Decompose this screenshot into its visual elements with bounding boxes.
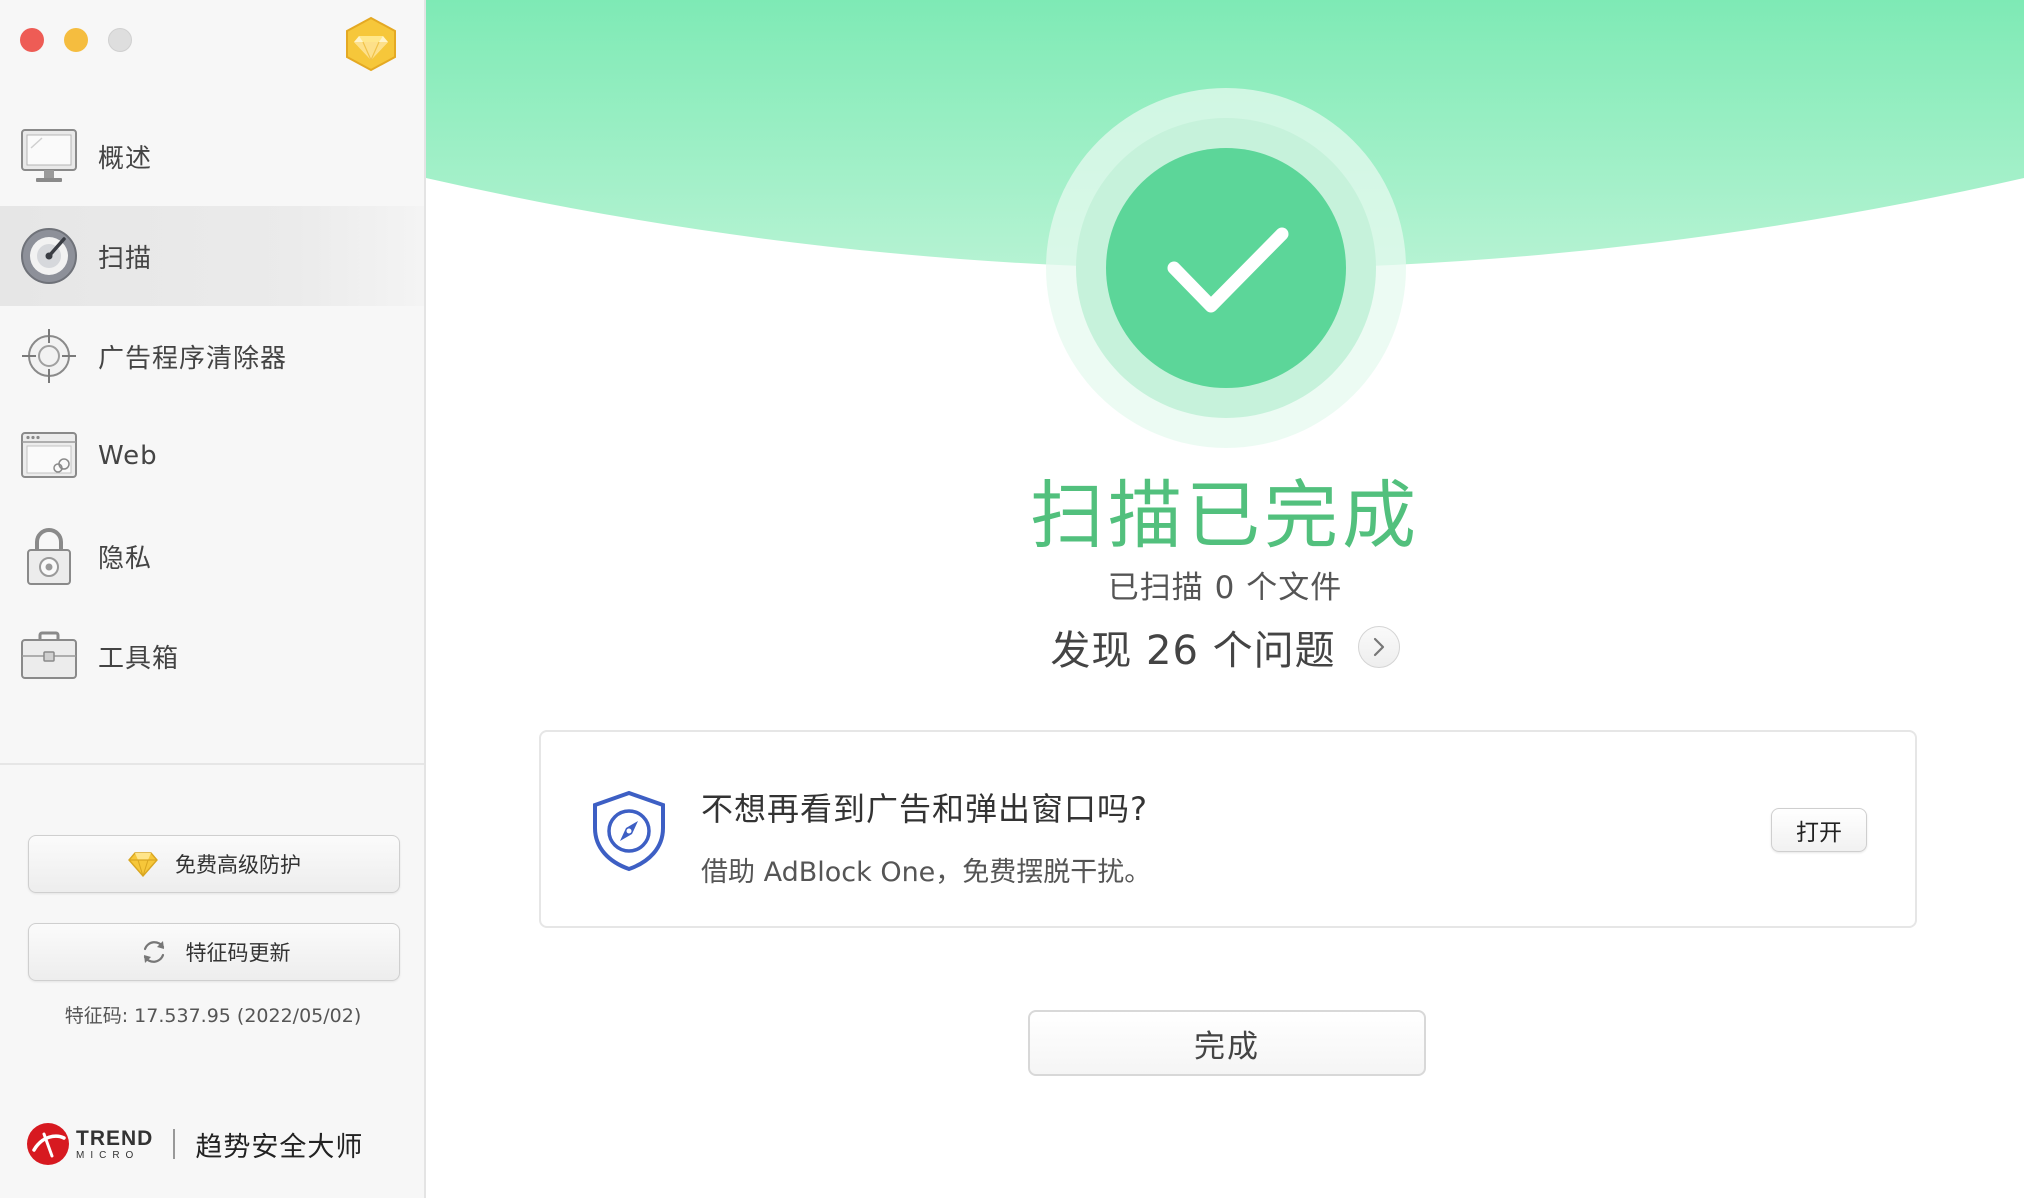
sidebar-item-toolbox[interactable]: 工具箱 (0, 606, 424, 706)
shield-compass-icon (591, 790, 667, 872)
sidebar-divider (0, 763, 424, 765)
padlock-icon (18, 525, 80, 587)
main-panel: 扫描已完成 已扫描 0 个文件 发现 26 个问题 不想再看到广告和弹出窗口吗?… (426, 0, 2024, 1198)
sidebar: 概述 扫描 广告程序清除器 Web 隐私 工具箱 免费高级防护 特征码更新 特征… (0, 0, 426, 1198)
update-button-label: 特征码更新 (185, 941, 291, 965)
sidebar-nav: 概述 扫描 广告程序清除器 Web 隐私 工具箱 (0, 106, 424, 706)
chevron-right-icon (1373, 637, 1384, 657)
sidebar-item-web[interactable]: Web (0, 406, 424, 506)
trend-micro-wordmark: TREND MICRO (76, 1128, 153, 1161)
free-premium-protection-button[interactable]: 免费高级防护 (28, 835, 400, 893)
trend-micro-logo-icon (26, 1122, 70, 1166)
brand-line-1: TREND (76, 1126, 154, 1150)
brand-footer: TREND MICRO 趋势安全大师 (26, 1120, 363, 1168)
crosshair-icon (18, 325, 80, 387)
sidebar-item-scan[interactable]: 扫描 (0, 206, 424, 306)
monitor-icon (18, 125, 80, 187)
sidebar-item-adware-cleaner[interactable]: 广告程序清除器 (0, 306, 424, 406)
promo-description: 借助 AdBlock One，免费摆脱干扰。 (701, 857, 1152, 888)
refresh-icon (138, 936, 170, 968)
browser-window-icon (18, 425, 80, 487)
app-window: 概述 扫描 广告程序清除器 Web 隐私 工具箱 免费高级防护 特征码更新 特征… (0, 0, 2024, 1198)
issues-details-button[interactable] (1357, 626, 1400, 668)
toolbox-icon (18, 625, 80, 687)
gem-icon[interactable] (344, 16, 398, 72)
promo-title: 不想再看到广告和弹出窗口吗? (701, 790, 1148, 828)
product-name: 趋势安全大师 (195, 1131, 364, 1163)
brand-separator (173, 1129, 176, 1159)
sidebar-item-privacy[interactable]: 隐私 (0, 506, 424, 606)
done-button[interactable]: 完成 (1028, 1010, 1426, 1076)
scan-complete-title: 扫描已完成 (1030, 473, 1420, 559)
adblock-promo-card: 不想再看到广告和弹出窗口吗? 借助 AdBlock One，免费摆脱干扰。 打开 (539, 730, 1917, 928)
scan-gauge-icon (18, 225, 80, 287)
premium-button-label: 免费高级防护 (175, 853, 301, 877)
sidebar-item-label: 隐私 (98, 543, 153, 574)
brand-line-2: MICRO (76, 1149, 140, 1161)
zoom-window-button[interactable] (108, 28, 132, 52)
sidebar-item-label: 工具箱 (98, 643, 180, 674)
issues-found-text: 发现 26 个问题 (1050, 628, 1336, 674)
sidebar-item-label: 广告程序清除器 (98, 343, 288, 374)
sidebar-item-overview[interactable]: 概述 (0, 106, 424, 206)
signature-update-button[interactable]: 特征码更新 (28, 923, 400, 981)
signature-version-text: 特征码: 17.537.95 (2022/05/02) (64, 1005, 362, 1027)
close-window-button[interactable] (20, 28, 44, 52)
scanned-files-count: 已扫描 0 个文件 (1107, 570, 1343, 606)
issues-summary: 发现 26 个问题 (426, 618, 2024, 676)
sidebar-item-label: 概述 (98, 143, 153, 174)
sidebar-item-label: Web (98, 441, 158, 471)
minimize-window-button[interactable] (64, 28, 88, 52)
status-indicator (1046, 88, 1406, 448)
sidebar-item-label: 扫描 (98, 243, 153, 274)
open-adblock-button[interactable]: 打开 (1771, 808, 1867, 852)
gem-icon (127, 848, 159, 880)
